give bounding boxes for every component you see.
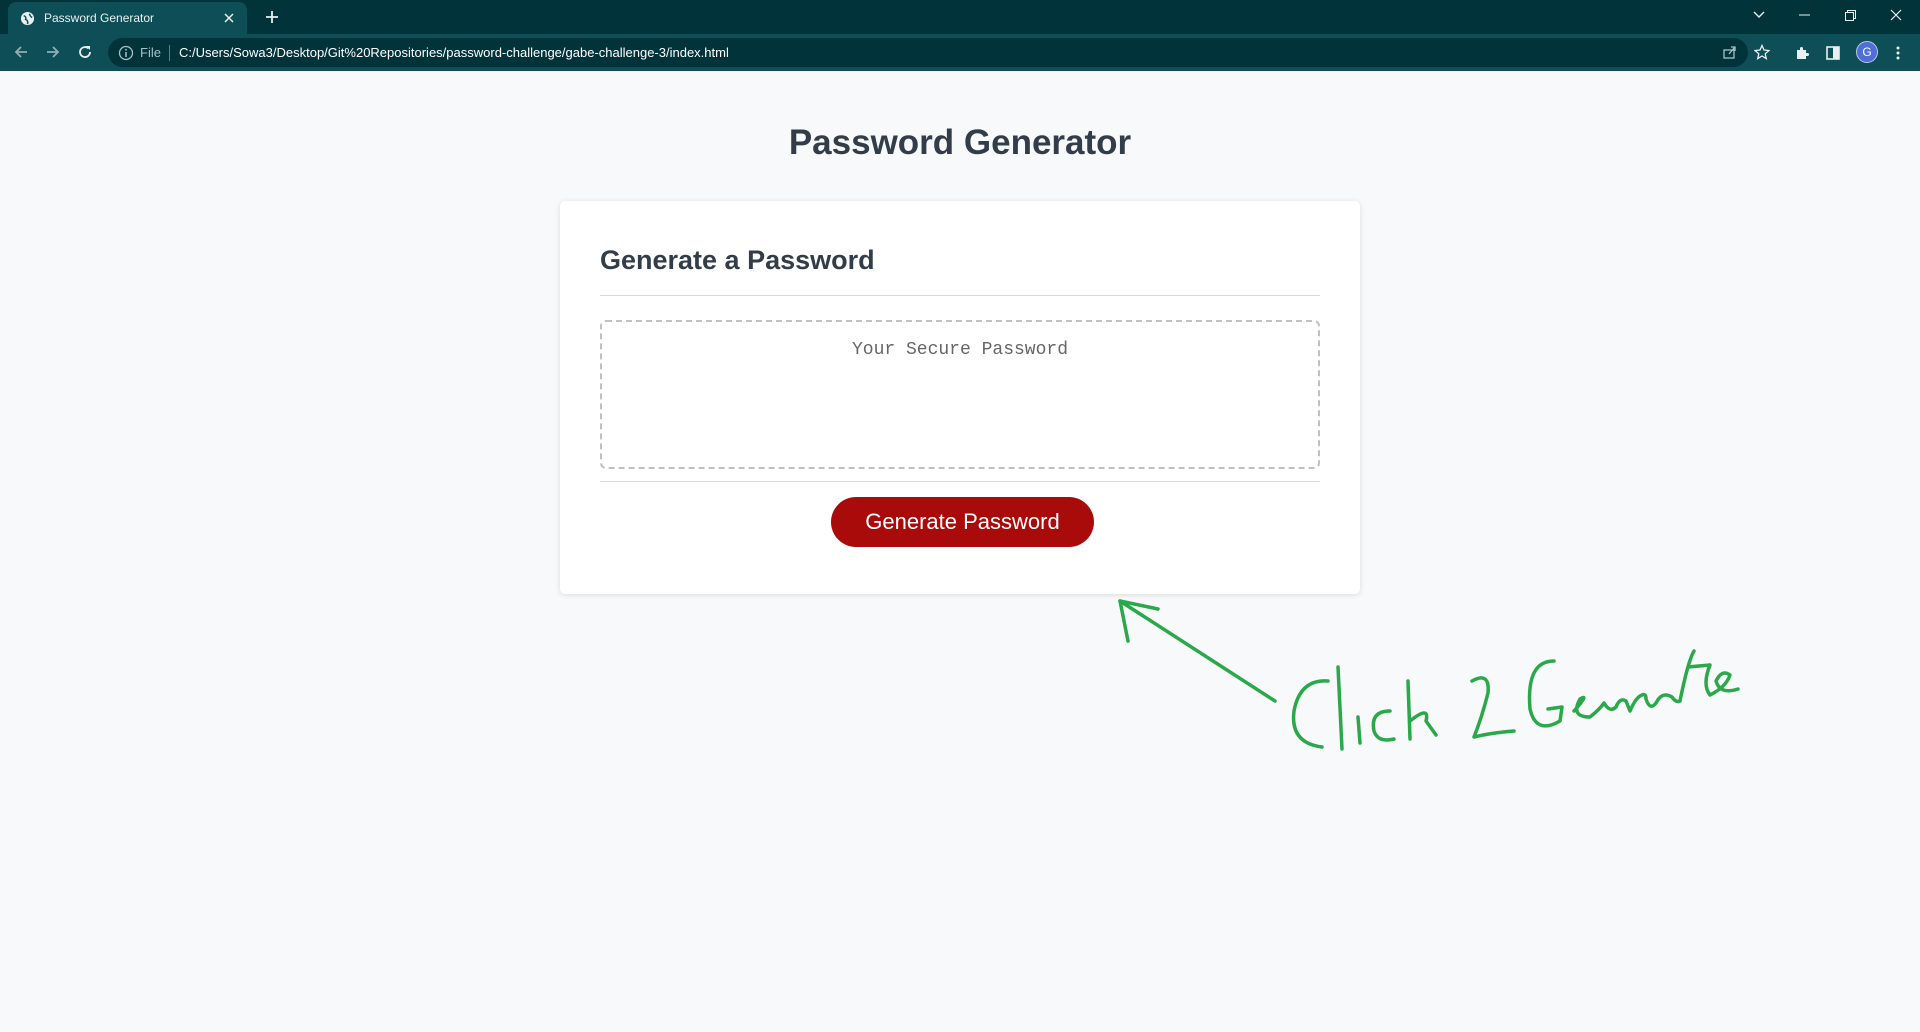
menu-kebab-icon[interactable]	[1886, 41, 1910, 65]
url-separator	[168, 44, 170, 61]
address-bar[interactable]: File C:/Users/Sowa3/Desktop/Git%20Reposi…	[108, 38, 1748, 67]
password-output[interactable]	[600, 320, 1320, 469]
card-divider	[600, 481, 1320, 482]
annotation-arrow-shaft	[1118, 599, 1277, 703]
globe-icon	[20, 11, 35, 26]
side-panel-icon[interactable]	[1821, 41, 1845, 65]
reload-icon[interactable]	[73, 40, 97, 64]
url-scheme: File	[140, 45, 161, 60]
generate-password-button[interactable]: Generate Password	[831, 497, 1094, 547]
new-tab-icon[interactable]	[260, 5, 284, 29]
restore-icon[interactable]	[1833, 0, 1867, 30]
handwritten-annotation	[1118, 599, 1740, 751]
profile-avatar[interactable]: G	[1856, 41, 1878, 63]
password-card: Generate a Password Generate Password	[560, 201, 1360, 594]
card-title: Generate a Password	[600, 245, 875, 275]
back-icon[interactable]	[9, 40, 33, 64]
minimize-icon[interactable]	[1787, 0, 1821, 30]
page-title: Password Generator	[788, 123, 1132, 162]
close-window-icon[interactable]	[1879, 0, 1913, 30]
bookmark-star-icon[interactable]	[1751, 41, 1773, 63]
share-icon[interactable]	[1719, 41, 1741, 63]
extensions-icon[interactable]	[1790, 41, 1814, 65]
card-header: Generate a Password	[600, 245, 1320, 296]
url-text[interactable]: C:/Users/Sowa3/Desktop/Git%20Repositorie…	[179, 45, 729, 60]
info-icon[interactable]	[118, 45, 134, 61]
page-viewport: Password Generator Generate a Password G…	[0, 71, 1920, 1032]
tab-title: Password Generator	[44, 11, 155, 25]
tab-search-icon[interactable]	[1742, 0, 1776, 30]
browser-tab[interactable]: Password Generator	[8, 2, 247, 34]
browser-toolbar: File C:/Users/Sowa3/Desktop/Git%20Reposi…	[0, 34, 1920, 71]
tab-strip: Password Generator	[0, 0, 1920, 34]
forward-icon[interactable]	[41, 40, 65, 64]
close-tab-icon[interactable]	[221, 10, 237, 26]
